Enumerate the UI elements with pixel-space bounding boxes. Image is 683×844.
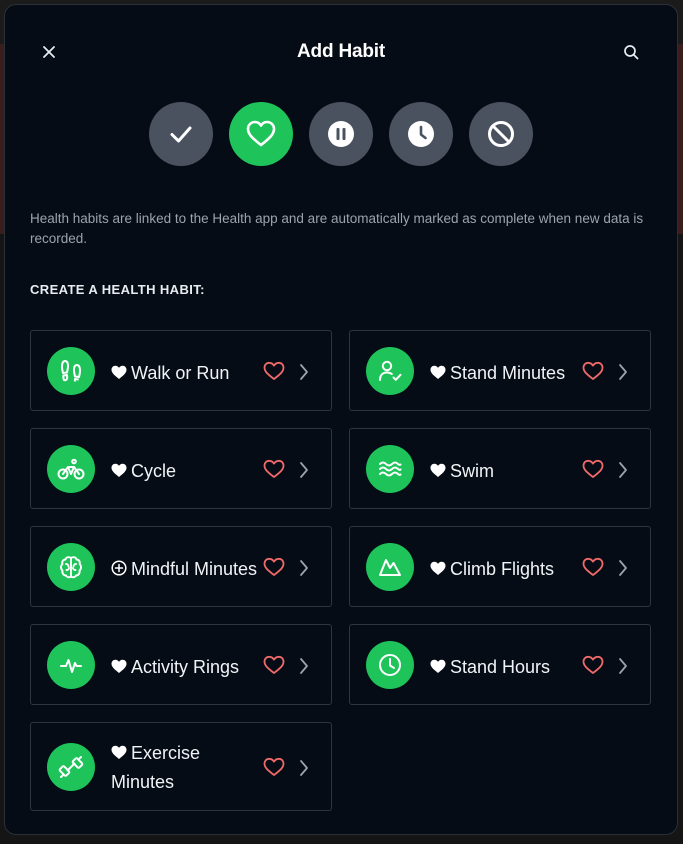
clock-icon [379,654,401,676]
habit-name: Activity Rings [131,657,240,677]
habit-card-climb-flights[interactable]: Climb Flights [349,526,651,607]
habit-icon-circle [47,743,95,791]
heart-filled-icon [430,360,450,388]
favorite-button[interactable] [582,557,604,579]
habit-icon-circle [47,543,95,591]
heart-filled-icon [430,458,450,486]
habit-icon-circle [366,347,414,395]
check-icon [170,126,192,143]
favorite-button[interactable] [582,655,604,677]
habit-label: Activity Rings [111,653,261,682]
heart-filled-icon [111,740,131,768]
habit-icon-circle [366,543,414,591]
chevron-right-icon [297,459,311,481]
heart-outline-icon [263,655,285,674]
habit-label: Swim [430,457,580,486]
chevron-right-icon [616,655,630,677]
chevron-right-icon [616,557,630,579]
habit-icon-circle [366,445,414,493]
favorite-button[interactable] [263,757,285,779]
habit-name: Cycle [131,461,177,481]
brain-icon [60,556,82,579]
habit-name: Stand Minutes [450,363,566,383]
heart-outline-icon [263,459,285,478]
heart-outline-icon [263,361,285,380]
habit-label: Stand Minutes [430,359,580,388]
type-check-button[interactable] [149,102,213,166]
habit-name: Swim [450,461,494,481]
favorite-button[interactable] [263,655,285,677]
bicycle-icon [57,458,85,480]
heart-icon [246,120,276,147]
habit-icon-circle [366,641,414,689]
favorite-button[interactable] [263,361,285,383]
heart-filled-icon [111,360,131,388]
favorite-button[interactable] [263,557,285,579]
habit-label: Walk or Run [111,359,261,388]
type-pause-button[interactable] [309,102,373,166]
chevron-right-icon [297,361,311,383]
habit-type-selector [149,102,533,166]
search-button[interactable] [619,40,643,64]
habit-name: Stand Hours [450,657,551,677]
habit-card-stand-hours[interactable]: Stand Hours [349,624,651,705]
heart-outline-icon [263,557,285,576]
search-icon [624,45,639,60]
habit-card-cycle[interactable]: Cycle [30,428,332,509]
chevron-right-icon [297,557,311,579]
favorite-button[interactable] [582,361,604,383]
habit-card-walk-or-run[interactable]: Walk or Run [30,330,332,411]
heart-filled-icon [111,654,131,682]
section-title: CREATE A HEALTH HABIT: [30,282,205,297]
heart-outline-icon [582,459,604,478]
chevron-right-icon [616,459,630,481]
habit-label: Climb Flights [430,555,580,584]
habit-card-activity-rings[interactable]: Activity Rings [30,624,332,705]
dumbbell-icon [58,756,84,778]
heart-filled-icon [111,458,131,486]
block-icon [488,121,514,147]
heart-filled-icon [430,654,450,682]
habit-label: Exercise Minutes [111,739,251,796]
habit-icon-circle [47,347,95,395]
heart-outline-icon [582,557,604,576]
habit-card-mindful-minutes[interactable]: Mindful Minutes [30,526,332,607]
chevron-right-icon [616,361,630,383]
heart-outline-icon [263,757,285,776]
habit-name: Mindful Minutes [131,559,258,579]
mountain-icon [379,559,401,576]
type-health-button[interactable] [229,102,293,166]
favorite-button[interactable] [263,459,285,481]
habit-label: Cycle [111,457,261,486]
chevron-right-icon [297,655,311,677]
add-habit-dialog: Add Habit Health habits are linked to th… [4,4,678,835]
habit-name: Climb Flights [450,559,555,579]
habit-label: Stand Hours [430,653,580,682]
heart-outline-icon [582,655,604,674]
habit-icon-circle [47,641,95,689]
type-timer-button[interactable] [389,102,453,166]
heart-outline-icon [582,361,604,380]
habit-card-swim[interactable]: Swim [349,428,651,509]
clock-icon [408,121,434,147]
habit-label: Mindful Minutes [111,555,261,584]
habit-icon-circle [47,445,95,493]
pause-icon [328,121,354,147]
dialog-header: Add Habit [5,5,677,97]
chevron-right-icon [297,757,311,779]
habit-card-exercise-minutes[interactable]: Exercise Minutes [30,722,332,811]
waves-icon [379,461,402,477]
activity-icon [60,659,82,673]
habit-card-stand-minutes[interactable]: Stand Minutes [349,330,651,411]
page-title: Add Habit [297,41,385,62]
habit-name: Walk or Run [131,363,230,383]
type-avoid-button[interactable] [469,102,533,166]
footprints-icon [61,360,81,382]
person-check-icon [379,360,402,381]
health-description: Health habits are linked to the Health a… [30,211,644,246]
heart-filled-icon [430,556,450,584]
plus-circle-icon [111,556,131,584]
favorite-button[interactable] [582,459,604,481]
